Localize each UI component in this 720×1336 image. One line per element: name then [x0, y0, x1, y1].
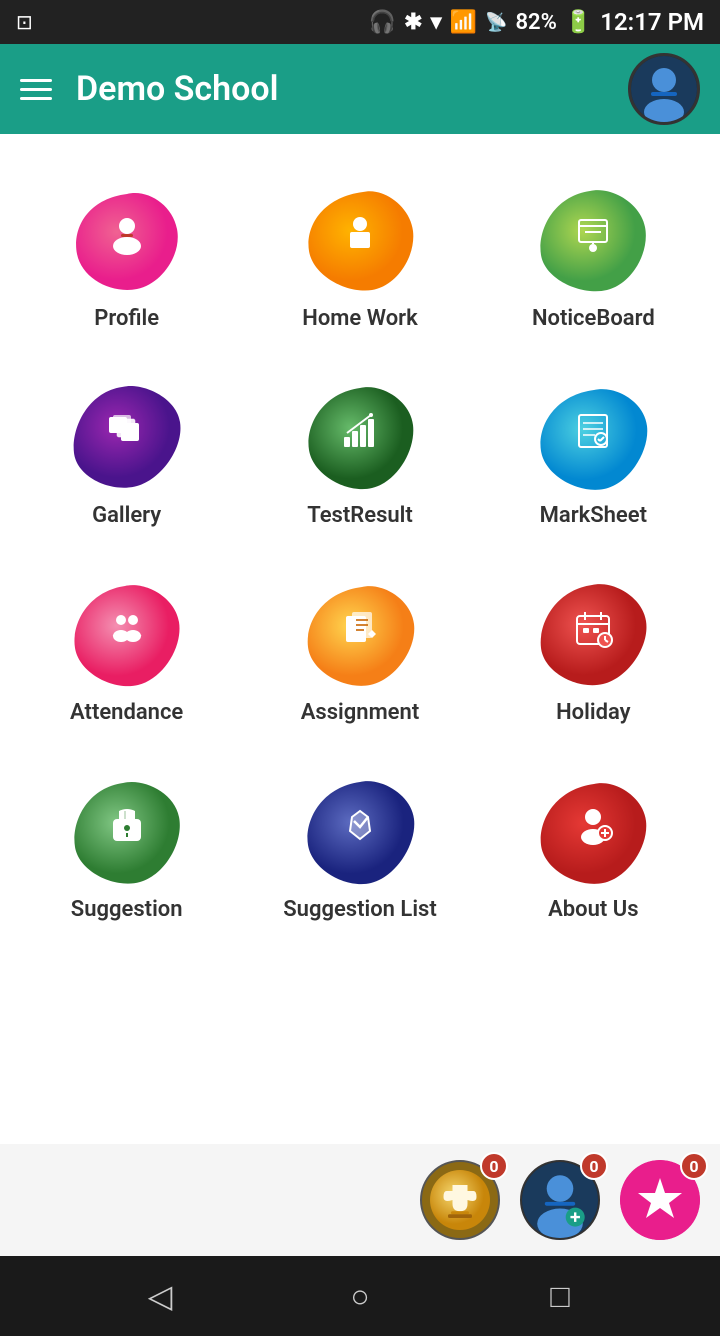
attendance-icon-container [72, 578, 182, 688]
recent-button[interactable]: □ [530, 1266, 590, 1326]
assignment-icon-container [305, 578, 415, 688]
user-action-button[interactable]: 0 [520, 1160, 600, 1240]
bluetooth-icon: ✱ [404, 10, 422, 35]
suggestion-icon-container [72, 775, 182, 885]
header: Demo School [0, 44, 720, 134]
assignment-label: Assignment [301, 700, 419, 725]
menu-item-about-us[interactable]: About Us [477, 755, 710, 942]
headphone-icon: 🎧 [369, 10, 396, 35]
suggestion-icon [105, 803, 149, 857]
signal-icon: ▾ [431, 10, 442, 35]
profile-icon-container [72, 184, 182, 294]
marksheet-icon-container [538, 381, 648, 491]
status-right: 🎧 ✱ ▾ 📶 📡 82% 🔋 12:17 PM [369, 8, 704, 36]
menu-item-noticeboard[interactable]: NoticeBoard [477, 164, 710, 351]
testresult-label: TestResult [307, 503, 413, 528]
header-left: Demo School [20, 69, 278, 109]
suggestion-label: Suggestion [71, 897, 183, 922]
app-title: Demo School [76, 69, 278, 109]
marksheet-icon [571, 409, 615, 463]
suggestion-list-icon-container [305, 775, 415, 885]
menu-item-homework[interactable]: Home Work [243, 164, 476, 351]
attendance-icon [105, 606, 149, 660]
menu-item-marksheet[interactable]: MarkSheet [477, 361, 710, 548]
profile-icon [105, 212, 149, 266]
gallery-label: Gallery [92, 503, 161, 528]
status-bar: ⊡ 🎧 ✱ ▾ 📶 📡 82% 🔋 12:17 PM [0, 0, 720, 44]
gallery-icon-container [72, 381, 182, 491]
menu-item-gallery[interactable]: Gallery [10, 361, 243, 548]
back-button[interactable]: ◁ [130, 1266, 190, 1326]
trophy-button[interactable]: 0 [420, 1160, 500, 1240]
main-content: Profile [0, 134, 720, 1144]
homework-icon [338, 212, 382, 266]
menu-item-suggestion[interactable]: Suggestion [10, 755, 243, 942]
time: 12:17 PM [600, 8, 704, 36]
mi-logo: ⊡ [16, 10, 33, 34]
homework-icon-container [305, 184, 415, 294]
trophy-badge: 0 [480, 1152, 508, 1180]
menu-item-profile[interactable]: Profile [10, 164, 243, 351]
status-left: ⊡ [16, 10, 33, 34]
menu-grid: Profile [10, 154, 710, 952]
holiday-icon [571, 606, 615, 660]
user-action-badge: 0 [580, 1152, 608, 1180]
about-us-label: About Us [548, 897, 638, 922]
suggestion-list-icon [338, 803, 382, 857]
homework-label: Home Work [302, 306, 417, 331]
network-icon: 📡 [485, 12, 507, 33]
nav-bar: ◁ ○ □ [0, 1256, 720, 1336]
profile-label: Profile [94, 306, 159, 331]
bottom-actions: 0 0 0 [0, 1144, 720, 1256]
testresult-icon-container [305, 381, 415, 491]
user-avatar[interactable] [628, 53, 700, 125]
noticeboard-icon [571, 212, 615, 266]
avatar-svg [631, 56, 697, 122]
holiday-label: Holiday [556, 700, 630, 725]
menu-item-testresult[interactable]: TestResult [243, 361, 476, 548]
about-us-icon [571, 803, 615, 857]
menu-item-holiday[interactable]: Holiday [477, 558, 710, 745]
attendance-label: Attendance [70, 700, 183, 725]
suggestion-list-label: Suggestion List [283, 897, 437, 922]
noticeboard-icon-container [538, 184, 648, 294]
menu-item-assignment[interactable]: Assignment [243, 558, 476, 745]
testresult-icon [338, 409, 382, 463]
home-button[interactable]: ○ [330, 1266, 390, 1326]
hamburger-menu[interactable] [20, 79, 52, 100]
marksheet-label: MarkSheet [540, 503, 647, 528]
star-action-button[interactable]: 0 [620, 1160, 700, 1240]
noticeboard-label: NoticeBoard [532, 306, 655, 331]
menu-item-attendance[interactable]: Attendance [10, 558, 243, 745]
wifi-icon: 📶 [450, 10, 477, 35]
assignment-icon [338, 606, 382, 660]
menu-item-suggestion-list[interactable]: Suggestion List [243, 755, 476, 942]
battery-icon: 🔋 [565, 10, 592, 35]
holiday-icon-container [538, 578, 648, 688]
battery-text: 82% [515, 10, 556, 35]
star-action-badge: 0 [680, 1152, 708, 1180]
about-us-icon-container [538, 775, 648, 885]
gallery-icon [105, 409, 149, 463]
